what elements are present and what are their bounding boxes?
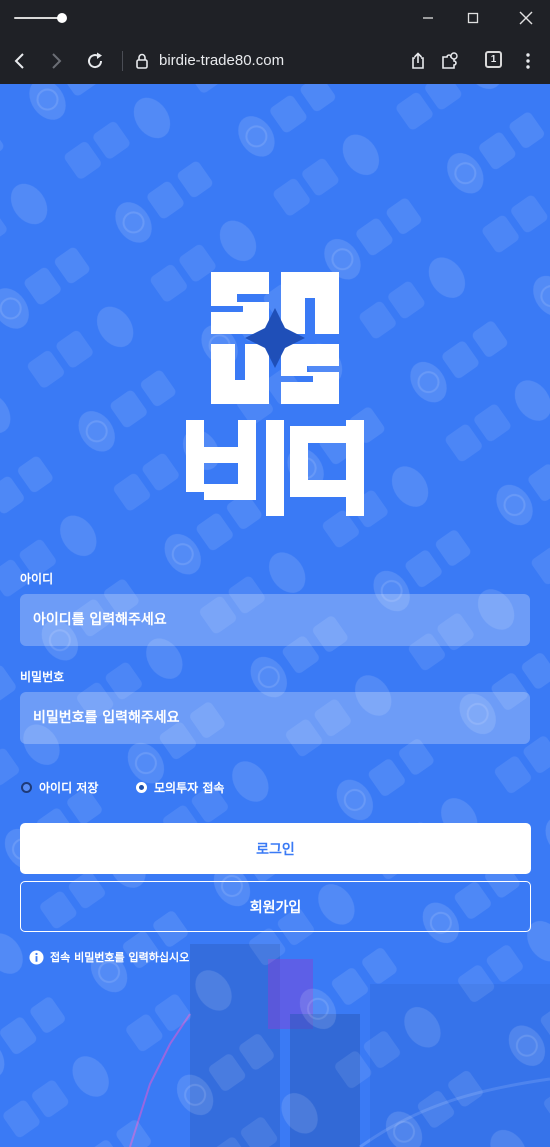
- tab-count-button[interactable]: 1: [485, 51, 502, 68]
- close-button[interactable]: [506, 4, 546, 32]
- site-info-button[interactable]: [126, 45, 158, 77]
- browser-chrome: birdie-trade80.com 1: [0, 0, 550, 84]
- reload-icon: [88, 52, 103, 69]
- brand-logotype: [186, 420, 364, 516]
- login-page: 아이디 비밀번호 아이디 저장 모의투자 접속 로그인 회원가입 접속 비밀번호…: [0, 84, 550, 1147]
- save-id-option[interactable]: 아이디 저장: [21, 778, 98, 796]
- mock-trading-label: 모의투자 접속: [154, 780, 225, 795]
- back-button[interactable]: [4, 45, 36, 77]
- brand-logo-icon: [211, 272, 339, 404]
- extensions-button[interactable]: [433, 45, 465, 77]
- save-id-label: 아이디 저장: [39, 780, 99, 795]
- info-icon: [29, 949, 44, 965]
- arrow-left-icon: [14, 53, 24, 69]
- login-button[interactable]: 로그인: [20, 823, 531, 874]
- save-id-radio[interactable]: [21, 781, 32, 793]
- menu-button[interactable]: [512, 45, 544, 77]
- media-slider[interactable]: [14, 11, 68, 25]
- more-vert-icon: [526, 53, 530, 69]
- url-text[interactable]: birdie-trade80.com: [159, 49, 284, 73]
- mock-trading-option[interactable]: 모의투자 접속: [136, 778, 224, 796]
- close-icon: [519, 11, 533, 25]
- title-bar: [0, 0, 550, 37]
- forward-button[interactable]: [40, 45, 72, 77]
- reload-button[interactable]: [79, 45, 111, 77]
- id-label: 아이디: [20, 572, 54, 586]
- password-input[interactable]: [20, 692, 530, 744]
- info-message: 접속 비밀번호를 입력하십시오: [29, 948, 189, 966]
- lock-icon: [136, 53, 148, 69]
- address-bar: birdie-trade80.com 1: [0, 37, 550, 84]
- share-button[interactable]: [402, 45, 434, 77]
- minimize-icon: [423, 17, 433, 19]
- info-text: 접속 비밀번호를 입력하십시오: [50, 951, 190, 964]
- password-label: 비밀번호: [20, 670, 65, 684]
- signup-button[interactable]: 회원가입: [20, 881, 531, 932]
- minimize-button[interactable]: [408, 4, 448, 32]
- arrow-right-icon: [52, 53, 62, 69]
- media-slider-thumb[interactable]: [57, 13, 67, 23]
- id-input[interactable]: [20, 594, 530, 646]
- share-icon: [412, 52, 424, 69]
- maximize-button[interactable]: [453, 4, 493, 32]
- url-divider: [122, 51, 123, 71]
- maximize-icon: [467, 12, 479, 24]
- mock-trading-radio[interactable]: [136, 781, 147, 793]
- extension-icon: [442, 52, 458, 69]
